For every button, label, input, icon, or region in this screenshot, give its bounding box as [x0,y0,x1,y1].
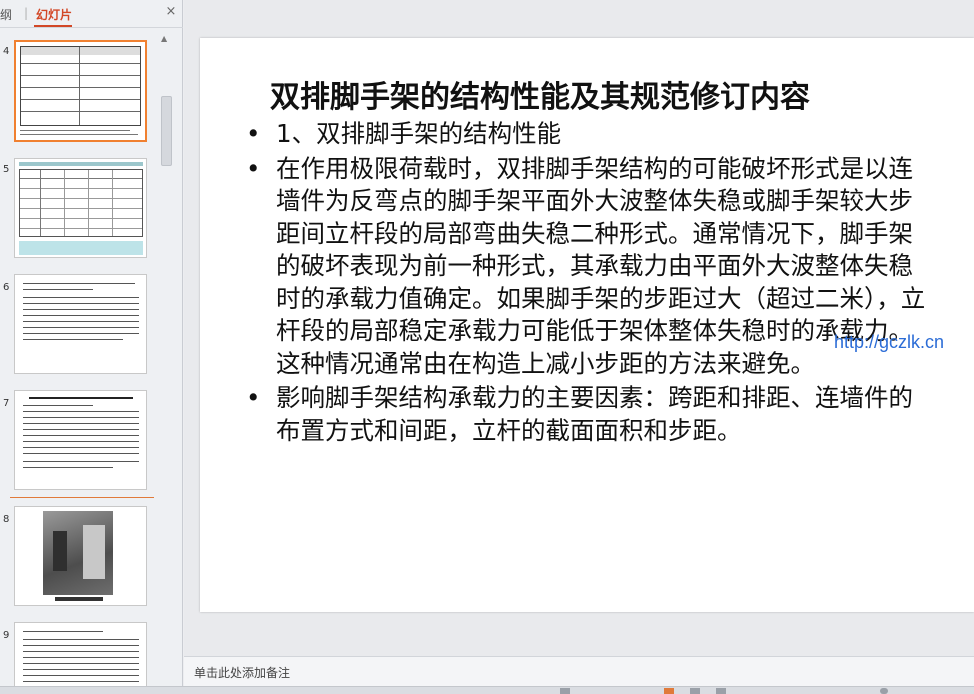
slide-number: 7 [3,398,10,409]
slide-canvas[interactable]: 双排脚手架的结构性能及其规范修订内容 1、双排脚手架的结构性能 在作用极限荷载时… [200,38,974,612]
slide-number: 8 [3,514,10,525]
tab-slides[interactable]: 幻灯片 [36,6,72,23]
tab-outline[interactable]: 纲 [0,6,12,23]
active-tab-indicator [34,25,72,27]
status-icon[interactable] [560,688,570,694]
thumb-photo [43,511,113,595]
slide-thumbnail-7[interactable] [14,390,147,490]
status-bar [0,686,974,694]
notes-pane[interactable]: 单击此处添加备注 [184,656,974,686]
panel-tabs: 纲 | 幻灯片 × [0,0,183,28]
scroll-up-icon[interactable]: ▲ [161,34,167,43]
bullet-item: 1、双排脚手架的结构性能 [246,118,926,151]
slide-thumbnail-6[interactable] [14,274,147,374]
slide-thumbnail-5[interactable] [14,158,147,258]
close-icon[interactable]: × [163,4,179,20]
slide-thumbnail-4[interactable] [14,40,147,142]
thumb-table [20,46,141,126]
slide-number: 9 [3,630,10,641]
slide-number: 5 [3,164,10,175]
slide-number: 4 [3,46,10,57]
slide-number: 6 [3,282,10,293]
slides-panel: 纲 | 幻灯片 × 4 5 6 7 8 9 ▲ [0,0,183,694]
normal-view-icon[interactable] [664,688,674,694]
insert-position-marker [10,497,154,498]
bullet-item: 影响脚手架结构承载力的主要因素：跨距和排距、连墙件的布置方式和间距，立杆的截面面… [246,382,926,447]
tab-separator: | [24,6,29,20]
bullet-list[interactable]: 1、双排脚手架的结构性能 在作用极限荷载时，双排脚手架结构的可能破坏形式是以连墙… [246,118,926,449]
reading-view-icon[interactable] [716,688,726,694]
notes-placeholder: 单击此处添加备注 [194,666,291,680]
slide-thumbnail-9[interactable] [14,622,147,688]
bullet-item: 在作用极限荷载时，双排脚手架结构的可能破坏形式是以连墙件为反弯点的脚手架平面外大… [246,153,926,381]
zoom-slider-icon[interactable] [880,688,888,694]
panel-scroll-thumb[interactable] [161,96,172,166]
sorter-view-icon[interactable] [690,688,700,694]
watermark-text: http://gczlk.cn [834,332,945,352]
slide-thumbnail-8[interactable] [14,506,147,606]
slide-title[interactable]: 双排脚手架的结构性能及其规范修订内容 [270,72,810,116]
